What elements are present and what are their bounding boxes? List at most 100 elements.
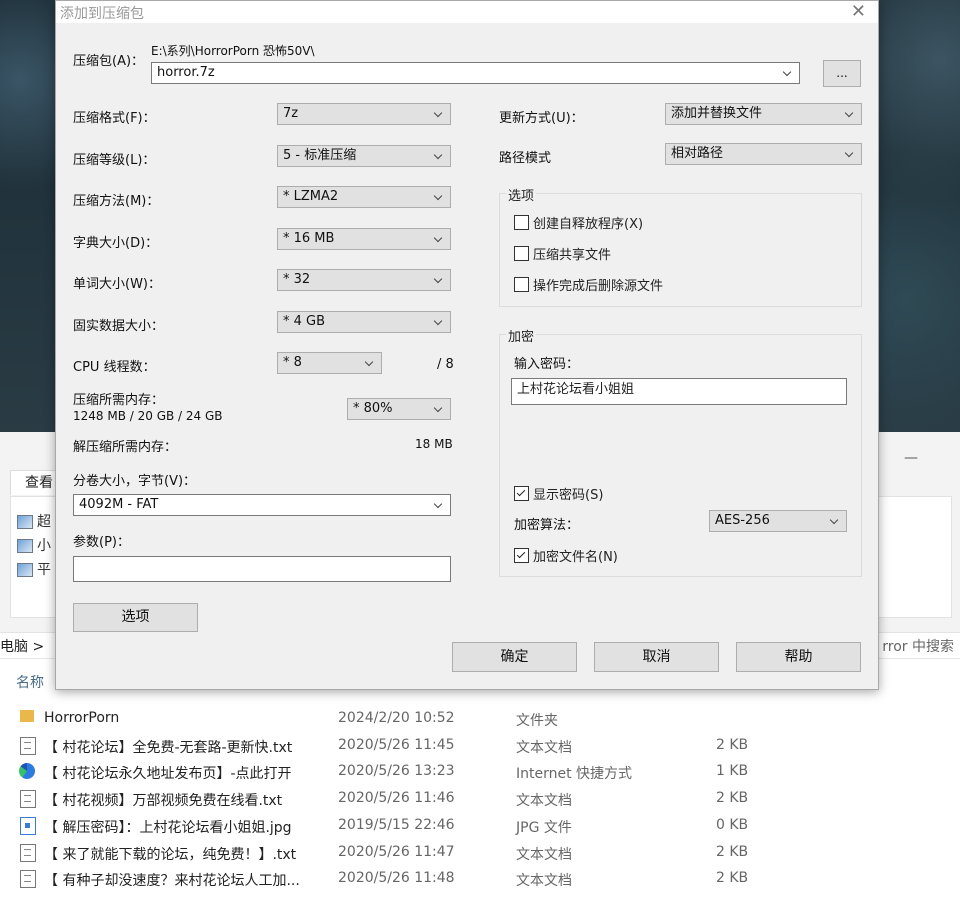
breadcrumb[interactable]: 电脑 > (0, 636, 44, 656)
text-file-icon (20, 736, 36, 755)
cpu-max: / 8 (437, 357, 454, 372)
word-value: * 32 (283, 272, 311, 287)
encrypt-names-checkbox[interactable]: 加密文件名(N) (514, 546, 618, 565)
archive-name-value: horror.7z (157, 65, 215, 80)
path-mode-value: 相对路径 (671, 146, 724, 161)
file-row[interactable]: HorrorPorn 2024/2/20 10:52 文件夹 (0, 706, 960, 732)
file-row[interactable]: 【 来了就能下载的论坛，纯免费！】.txt 2020/5/26 11:47 文本文档… (0, 840, 960, 866)
add-to-archive-dialog: 添加到压缩包 ✕ 压缩包(A)： E:\系列\HorrorPorn 恐怖50V\… (55, 0, 879, 690)
file-size: 2 KB (716, 790, 749, 807)
level-label: 压缩等级(L)： (73, 153, 156, 168)
encryption-method-label: 加密算法： (514, 518, 580, 533)
file-date: 2024/2/20 10:52 (338, 710, 455, 726)
encryption-group-title: 加密 (506, 326, 537, 345)
update-select[interactable]: 添加并替换文件 (665, 103, 862, 125)
params-label: 参数(P)： (73, 535, 130, 550)
view-icon (17, 563, 33, 577)
decompress-memory-label: 解压缩所需内存： (73, 440, 178, 455)
text-file-icon (20, 870, 36, 889)
method-select[interactable]: * LZMA2 (277, 186, 451, 208)
chevron-down-icon (434, 399, 444, 419)
update-label: 更新方式(U)： (499, 111, 584, 126)
options-button[interactable]: 选项 (73, 603, 198, 632)
params-input[interactable] (73, 556, 451, 582)
chevron-down-icon[interactable] (434, 495, 444, 515)
chevron-down-icon[interactable] (783, 63, 793, 83)
file-type: 文本文档 (516, 846, 572, 863)
file-row[interactable]: 【 村花论坛】全免费-无套路-更新快.txt 2020/5/26 11:45 文本文… (0, 733, 960, 759)
chevron-down-icon (845, 104, 855, 124)
method-label: 压缩方法(M)： (73, 194, 160, 209)
file-type: Internet 快捷方式 (516, 766, 633, 783)
chevron-down-icon (365, 353, 375, 373)
file-type: 文本文档 (516, 793, 572, 810)
options-group: 选项 创建自释放程序(X) 压缩共享文件 操作完成后删除源文件 (499, 185, 862, 307)
cpu-select[interactable]: * 8 (277, 352, 382, 374)
dict-value: * 16 MB (283, 231, 335, 246)
delete-after-checkbox[interactable]: 操作完成后删除源文件 (514, 275, 663, 294)
title-bar: 添加到压缩包 ✕ (56, 1, 878, 23)
text-file-icon (20, 843, 36, 862)
file-type: 文本文档 (516, 873, 572, 890)
file-size: 0 KB (716, 816, 749, 833)
encryption-method-value: AES-256 (715, 513, 770, 528)
solid-select[interactable]: * 4 GB (277, 311, 451, 333)
encryption-method-select[interactable]: AES-256 (709, 510, 847, 532)
file-row[interactable]: 【 解压密码】：上村花论坛看小姐姐.jpg 2019/5/15 22:46 JPG … (0, 813, 960, 839)
solid-label: 固实数据大小： (73, 319, 165, 334)
cpu-label: CPU 线程数： (73, 360, 156, 375)
file-date: 2020/5/26 11:46 (338, 790, 455, 807)
archive-path: E:\系列\HorrorPorn 恐怖50V\ (151, 44, 315, 58)
update-value: 添加并替换文件 (671, 106, 763, 121)
file-date: 2020/5/26 13:23 (338, 763, 455, 780)
help-button[interactable]: 帮助 (736, 642, 861, 672)
memory-value: * 80% (353, 401, 393, 416)
shared-files-checkbox[interactable]: 压缩共享文件 (514, 244, 611, 263)
format-select[interactable]: 7z (277, 103, 451, 125)
file-name: 【 来了就能下载的论坛，纯免费！】.txt (44, 846, 297, 863)
chevron-down-icon (845, 144, 855, 164)
level-select[interactable]: 5 - 标准压缩 (277, 145, 451, 167)
archive-name-combo[interactable]: horror.7z (151, 62, 800, 84)
search-input[interactable]: rror 中搜索 (882, 636, 954, 656)
cancel-button[interactable]: 取消 (594, 642, 719, 672)
sfx-checkbox[interactable]: 创建自释放程序(X) (514, 213, 643, 232)
word-select[interactable]: * 32 (277, 269, 451, 291)
encryption-group: 加密 输入密码： 上村花论坛看小姐姐 显示密码(S) 加密算法： AES-256… (499, 326, 862, 577)
file-row[interactable]: 【 村花论坛永久地址发布页】-点此打开 2020/5/26 13:23 Intern… (0, 759, 960, 785)
method-value: * LZMA2 (283, 189, 339, 204)
format-label: 压缩格式(F)： (73, 111, 156, 126)
column-header-name[interactable]: 名称 (16, 672, 44, 692)
browse-button[interactable]: ... (823, 60, 861, 87)
path-mode-select[interactable]: 相对路径 (665, 143, 862, 165)
file-size: 2 KB (716, 870, 749, 887)
ok-button[interactable]: 确定 (452, 642, 577, 672)
file-row[interactable]: 【 有种子却没速度？来村花论坛人工加... 2020/5/26 11:48 文本文档… (0, 866, 960, 892)
checkbox-icon (514, 277, 529, 292)
ribbon-item-large-icons[interactable]: 超 (17, 511, 51, 531)
memory-label: 压缩所需内存： (73, 393, 165, 408)
file-size: 1 KB (716, 763, 749, 780)
file-name: 【 村花论坛】全免费-无套路-更新快.txt (44, 739, 293, 756)
view-icon (17, 515, 33, 529)
checkbox-checked-icon (514, 486, 529, 501)
split-combo[interactable]: 4092M - FAT (73, 494, 451, 516)
text-file-icon (20, 790, 36, 809)
file-name: 【 村花视频】万部视频免费在线看.txt (44, 793, 283, 810)
password-input[interactable]: 上村花论坛看小姐姐 (511, 378, 847, 405)
checkbox-icon (514, 215, 529, 230)
memory-select[interactable]: * 80% (347, 398, 451, 420)
ribbon-item-tiles[interactable]: 平 (17, 559, 51, 579)
file-date: 2020/5/26 11:47 (338, 843, 455, 860)
ribbon-item-small-icons[interactable]: 小 (17, 535, 51, 555)
minimize-icon[interactable]: — (904, 450, 918, 466)
dict-select[interactable]: * 16 MB (277, 228, 451, 250)
level-value: 5 - 标准压缩 (283, 148, 357, 163)
close-icon[interactable]: ✕ (851, 1, 866, 22)
show-password-checkbox[interactable]: 显示密码(S) (514, 484, 603, 503)
cpu-value: * 8 (283, 355, 302, 370)
chevron-down-icon (434, 104, 444, 124)
file-row[interactable]: 【 村花视频】万部视频免费在线看.txt 2020/5/26 11:46 文本文档 2… (0, 786, 960, 812)
file-size: 2 KB (716, 843, 749, 860)
file-name: 【 村花论坛永久地址发布页】-点此打开 (44, 766, 292, 783)
